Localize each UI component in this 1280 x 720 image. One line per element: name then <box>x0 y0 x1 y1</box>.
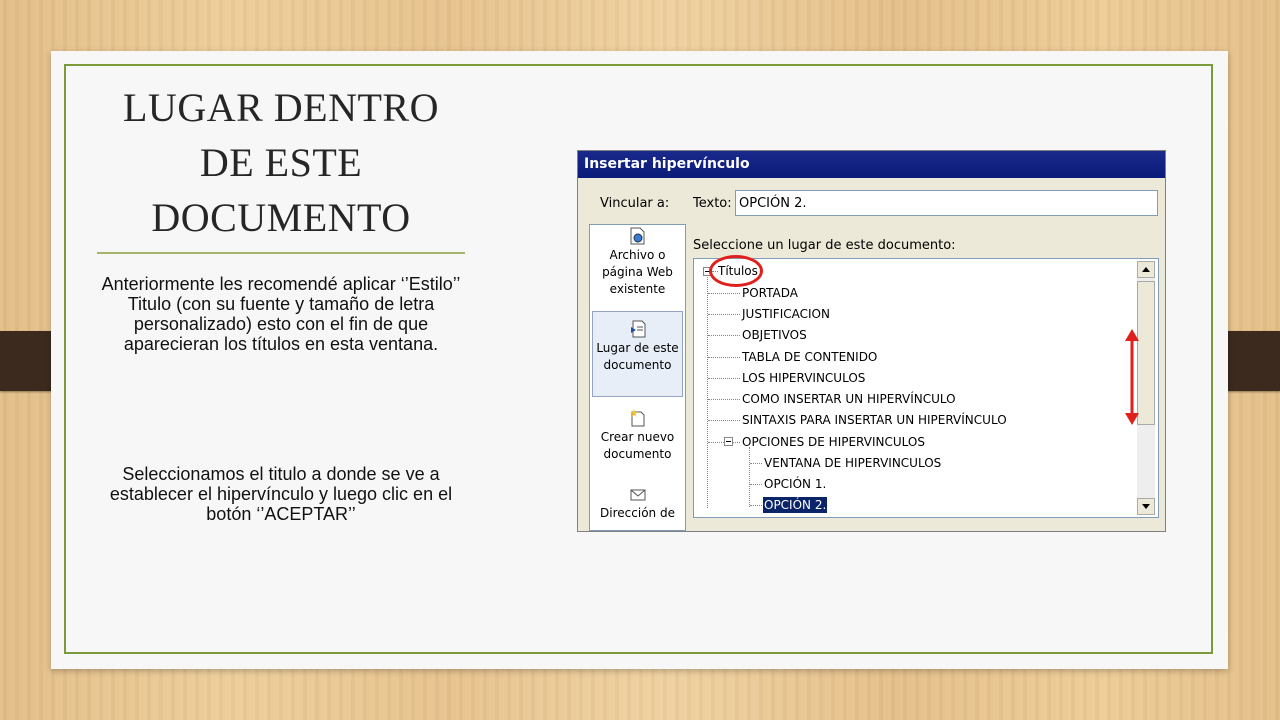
tree-guide <box>708 420 740 421</box>
tree-subitem-selected[interactable]: OPCIÓN 2. <box>763 497 828 513</box>
link-target-label: Dirección de <box>600 506 675 520</box>
new-document-icon <box>629 409 646 427</box>
tree-item[interactable]: OBJETIVOS <box>742 327 807 343</box>
link-target-file-web[interactable]: Archivo o página Web existente <box>592 227 683 305</box>
scroll-down-button[interactable] <box>1137 498 1155 515</box>
tree-item[interactable]: SINTAXIS PARA INSERTAR UN HIPERVÍNCULO <box>742 412 1007 428</box>
link-target-place-in-document[interactable]: Lugar de este documento <box>592 311 683 397</box>
link-target-label: página Web <box>602 265 673 279</box>
tree-guide <box>708 378 740 379</box>
tree-guide <box>750 505 762 506</box>
right-strap <box>1228 331 1280 391</box>
title-line: LUGAR DENTRO <box>123 85 439 130</box>
tree-guide <box>708 442 724 443</box>
slide-title: LUGAR DENTRO DE ESTE DOCUMENTO <box>96 80 466 245</box>
tree-item[interactable]: LOS HIPERVINCULOS <box>742 370 865 386</box>
tree-guide <box>750 463 762 464</box>
tree-item[interactable]: PORTADA <box>742 285 798 301</box>
link-target-email[interactable]: Dirección de <box>592 485 683 530</box>
tree-guide <box>750 484 762 485</box>
tree-item[interactable]: COMO INSERTAR UN HIPERVÍNCULO <box>742 391 956 407</box>
tree-guide <box>708 357 740 358</box>
insert-hyperlink-dialog: Insertar hipervínculo Vincular a: Texto:… <box>577 150 1166 532</box>
dialog-title: Insertar hipervínculo <box>584 156 750 172</box>
tree-guide <box>708 293 740 294</box>
text-to-display-input[interactable]: OPCIÓN 2. <box>735 190 1158 216</box>
text-label: Texto: <box>693 196 732 211</box>
link-target-label: existente <box>609 282 666 296</box>
link-target-label: documento <box>603 447 672 461</box>
tree-guide <box>708 335 740 336</box>
title-line: DE ESTE <box>199 140 363 185</box>
link-to-sidebar: Archivo o página Web existente Lugar de … <box>589 224 686 531</box>
tree-guide <box>708 399 740 400</box>
paragraph-1: Anteriormente les recomendé aplicar ‘’Es… <box>101 274 461 354</box>
annotation-circle <box>709 255 763 287</box>
collapse-icon[interactable] <box>724 437 733 446</box>
paragraph-2: Seleccionamos el titulo a donde se ve a … <box>109 464 453 524</box>
tree-subitem[interactable]: VENTANA DE HIPERVINCULOS <box>764 455 941 471</box>
arrow-up-icon <box>1142 267 1150 272</box>
link-target-new-document[interactable]: Crear nuevo documento <box>592 409 683 479</box>
tree-item[interactable]: OPCIONES DE HIPERVINCULOS <box>742 434 925 450</box>
email-icon <box>630 485 646 503</box>
title-divider <box>97 252 465 254</box>
tree-subitem[interactable]: OPCIÓN 1. <box>764 476 826 492</box>
tree-guide <box>733 442 740 443</box>
tree-guide <box>708 314 740 315</box>
title-line: DOCUMENTO <box>151 195 411 240</box>
tree-guide <box>749 447 750 507</box>
select-place-label: Seleccione un lugar de este documento: <box>693 238 956 253</box>
link-target-label: Archivo o <box>609 248 666 262</box>
tree-item[interactable]: JUSTIFICACION <box>742 306 830 322</box>
link-to-label: Vincular a: <box>600 196 670 211</box>
link-target-label: Crear nuevo <box>600 430 675 444</box>
annotation-double-arrow <box>1125 329 1139 425</box>
document-places-tree: Títulos PORTADA JUSTIFICACION OBJETIVOS … <box>693 258 1159 518</box>
tree-guide <box>707 272 708 508</box>
scroll-up-button[interactable] <box>1137 261 1155 278</box>
arrow-down-icon <box>1142 504 1150 509</box>
tree-item[interactable]: TABLA DE CONTENIDO <box>742 349 877 365</box>
file-web-icon <box>630 227 646 245</box>
link-target-label: documento <box>603 358 672 372</box>
link-target-label: Lugar de este <box>596 341 679 355</box>
dialog-titlebar: Insertar hipervínculo <box>578 151 1165 178</box>
document-place-icon <box>630 320 646 338</box>
left-strap <box>0 331 52 391</box>
